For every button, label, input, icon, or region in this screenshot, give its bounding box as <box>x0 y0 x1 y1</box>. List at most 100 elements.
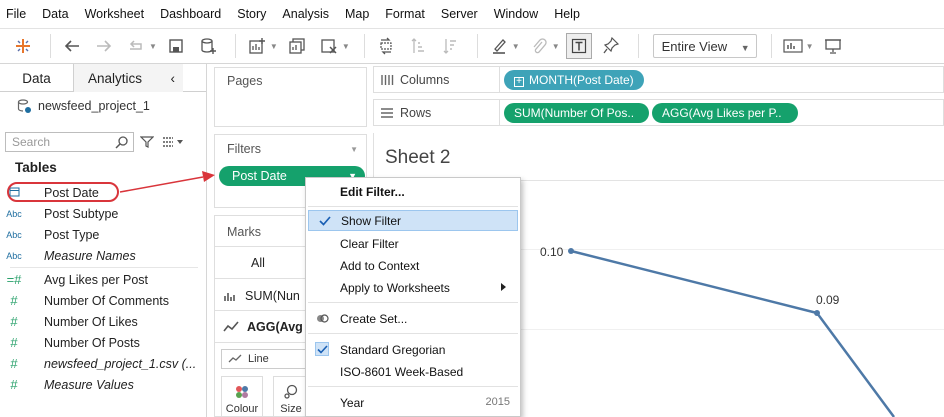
data-point[interactable] <box>814 310 820 316</box>
menu-file[interactable]: File <box>6 7 26 21</box>
marks-sum-tab[interactable]: SUM(Nun <box>223 289 300 303</box>
datasource-name: newsfeed_project_1 <box>38 99 150 113</box>
color-label: Colour <box>225 403 259 415</box>
menu-server[interactable]: Server <box>441 7 478 21</box>
collapse-chevron-icon[interactable]: ‹ <box>171 71 176 86</box>
tableau-logo-icon[interactable] <box>10 33 36 59</box>
sort-ascending-icon[interactable] <box>405 33 431 59</box>
rows-pill-agg-avg-likes[interactable]: AGG(Avg Likes per P.. <box>652 102 798 123</box>
rows-shelf[interactable]: Rows SUM(Number Of Pos.. AGG(Avg Likes p… <box>373 99 944 126</box>
view-options-icon[interactable] <box>162 136 184 148</box>
menu-item-year-value: 2015 <box>485 396 510 408</box>
chevron-down-icon[interactable]: ▼ <box>552 42 560 51</box>
menu-item-label: Add to Context <box>340 258 420 273</box>
show-cards-icon[interactable] <box>780 33 806 59</box>
menu-data[interactable]: Data <box>42 7 68 21</box>
chevron-down-icon[interactable]: ▼ <box>342 42 350 51</box>
filter-context-menu: Edit Filter... Show Filter Clear Filter … <box>305 177 521 417</box>
chevron-down-icon[interactable]: ▼ <box>270 42 278 51</box>
fit-dropdown[interactable]: Entire View ▼ <box>652 34 757 58</box>
paperclip-icon[interactable] <box>526 33 552 59</box>
data-point[interactable] <box>568 248 574 254</box>
menu-divider <box>308 302 518 303</box>
columns-shelf[interactable]: Columns + MONTH(Post Date) <box>373 66 944 93</box>
menu-item-label: Apply to Worksheets <box>340 280 450 295</box>
field-record-count[interactable]: # newsfeed_project_1.csv (... <box>0 353 206 374</box>
sort-descending-icon[interactable] <box>437 33 463 59</box>
filter-icon[interactable] <box>140 135 154 149</box>
search-input[interactable]: Search <box>5 132 134 152</box>
field-number-of-comments[interactable]: # Number Of Comments <box>0 290 206 311</box>
new-worksheet-icon[interactable] <box>244 33 270 59</box>
menu-story[interactable]: Story <box>237 7 266 21</box>
tab-data[interactable]: Data <box>0 64 73 92</box>
marks-agg-tab[interactable]: AGG(Avg <box>223 320 303 334</box>
field-post-type[interactable]: Abc Post Type <box>0 224 206 245</box>
pages-card[interactable]: Pages <box>214 67 367 127</box>
rows-pill-sum-posts[interactable]: SUM(Number Of Pos.. <box>504 102 649 123</box>
back-arrow-icon[interactable] <box>59 33 85 59</box>
menu-item-apply-to-worksheets[interactable]: Apply to Worksheets <box>306 277 520 298</box>
measure-icon: # <box>10 335 18 350</box>
chevron-down-icon[interactable]: ▼ <box>350 145 358 154</box>
menu-item-year[interactable]: Year 2015 <box>306 392 520 413</box>
menu-item-label: Standard Gregorian <box>340 342 446 357</box>
mark-type-dropdown[interactable]: Line <box>221 349 311 369</box>
columns-shelf-label: Columns <box>374 67 500 92</box>
field-post-date[interactable]: Post Date <box>0 182 206 203</box>
field-avg-likes-per-post[interactable]: =# Avg Likes per Post <box>0 269 206 290</box>
duplicate-sheet-icon[interactable] <box>284 33 310 59</box>
menu-format[interactable]: Format <box>385 7 425 21</box>
data-pane-tabs: Data Analytics ‹ <box>0 64 206 92</box>
chevron-down-icon[interactable]: ▼ <box>512 42 520 51</box>
plus-icon: + <box>514 76 524 87</box>
tab-analytics[interactable]: Analytics ‹ <box>73 64 183 92</box>
chevron-down-icon[interactable]: ▼ <box>806 42 814 51</box>
menu-item-create-set[interactable]: Create Set... <box>306 308 520 329</box>
field-measure-names[interactable]: Abc Measure Names <box>0 245 206 266</box>
menu-analysis[interactable]: Analysis <box>282 7 329 21</box>
field-number-of-likes[interactable]: # Number Of Likes <box>0 311 206 332</box>
forward-arrow-icon[interactable] <box>91 33 117 59</box>
field-label: Number Of Posts <box>44 335 140 350</box>
menu-item-standard-gregorian[interactable]: Standard Gregorian <box>306 339 520 360</box>
menu-worksheet[interactable]: Worksheet <box>85 7 145 21</box>
size-icon <box>284 384 298 399</box>
menu-item-clear-filter[interactable]: Clear Filter <box>306 233 520 254</box>
show-labels-icon[interactable] <box>565 33 592 59</box>
menu-map[interactable]: Map <box>345 7 369 21</box>
menu-item-show-filter[interactable]: Show Filter <box>308 210 518 231</box>
field-measure-values[interactable]: # Measure Values <box>0 374 206 395</box>
chevron-down-icon[interactable]: ▼ <box>149 42 157 51</box>
presentation-mode-icon[interactable] <box>820 33 846 59</box>
chevron-down-icon: ▼ <box>740 43 750 53</box>
clear-sheet-icon[interactable] <box>316 33 342 59</box>
new-datasource-icon[interactable] <box>195 33 221 59</box>
menu-help[interactable]: Help <box>554 7 580 21</box>
save-icon[interactable] <box>163 33 189 59</box>
highlight-pen-icon[interactable] <box>486 33 512 59</box>
marks-all-tab[interactable]: All <box>251 256 265 270</box>
menu-divider <box>308 333 518 334</box>
menu-dashboard[interactable]: Dashboard <box>160 7 221 21</box>
swap-rows-columns-icon[interactable] <box>373 33 399 59</box>
rows-icon <box>381 107 393 118</box>
menu-item-edit-filter[interactable]: Edit Filter... <box>306 181 520 202</box>
datasource-item[interactable]: newsfeed_project_1 <box>0 92 206 120</box>
menu-window[interactable]: Window <box>494 7 538 21</box>
annotation-highlight-oval <box>7 182 119 202</box>
color-button[interactable]: Colour <box>221 376 263 417</box>
columns-pill-month-post-date[interactable]: + MONTH(Post Date) <box>504 69 644 90</box>
field-search-row: Search <box>5 130 201 154</box>
menu-item-iso-week[interactable]: ISO-8601 Week-Based <box>306 361 520 382</box>
field-label: newsfeed_project_1.csv (... <box>44 356 197 371</box>
field-post-subtype[interactable]: Abc Post Subtype <box>0 203 206 224</box>
columns-icon <box>381 74 394 85</box>
tables-heading: Tables <box>15 160 57 175</box>
redo-icon[interactable] <box>123 33 149 59</box>
mark-type-value: Line <box>248 353 269 365</box>
field-number-of-posts[interactable]: # Number Of Posts <box>0 332 206 353</box>
menu-item-add-to-context[interactable]: Add to Context <box>306 255 520 276</box>
pin-icon[interactable] <box>598 33 624 59</box>
size-button[interactable]: Size <box>273 376 309 417</box>
